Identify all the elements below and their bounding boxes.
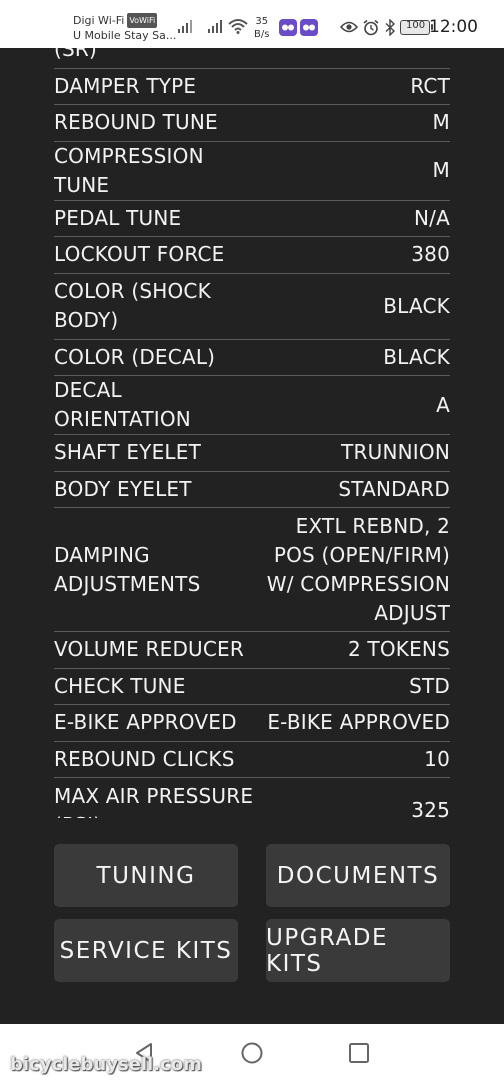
spec-label: REBOUND CLICKS — [54, 746, 235, 771]
spec-value: STD — [409, 673, 450, 698]
spec-value: E-BIKE APPROVED — [267, 710, 450, 735]
spec-value: STANDARD — [338, 476, 450, 501]
spec-label: (SR) — [54, 48, 97, 62]
spec-value: BLACK — [383, 344, 450, 369]
vowifi-badge: VoWiFi — [127, 13, 158, 28]
alarm-icon — [363, 19, 379, 36]
spec-value: M — [432, 158, 450, 182]
app-badge-icon — [279, 19, 318, 36]
wifi-icon — [228, 19, 248, 34]
spec-row: DAMPER TYPE RCT — [54, 69, 450, 105]
spec-row: VOLUME REDUCER 2 TOKENS — [54, 632, 450, 669]
spec-label: PEDAL TUNE — [54, 205, 182, 230]
spec-row: E-BIKE APPROVED E-BIKE APPROVED — [54, 705, 450, 742]
spec-row: CHECK TUNE STD — [54, 669, 450, 705]
spec-label: BODY EYELET — [54, 476, 192, 501]
spec-row: COMPRESSION TUNE M — [54, 142, 450, 201]
spec-row: BODY EYELET STANDARD — [54, 472, 450, 508]
spec-list: (SR) DAMPER TYPE RCT REBOUND TUNE M COMPRESSI… — [54, 48, 450, 818]
spec-label: DECAL ORIENTATION — [54, 378, 191, 431]
spec-row: SHAFT EYELET TRUNNION — [54, 435, 450, 472]
spec-value: N/A — [414, 205, 450, 230]
spec-sheet[interactable]: (SR) DAMPER TYPE RCT REBOUND TUNE M COMPRESSI… — [54, 48, 450, 818]
spec-label: REBOUND TUNE — [54, 110, 218, 135]
network-speed: 35 B/s — [254, 16, 270, 40]
watermark: bicyclebuysell.com — [10, 1054, 202, 1075]
spec-label: DAMPER TYPE — [54, 73, 197, 98]
spec-label: COMPRESSION TUNE — [54, 143, 204, 197]
home-icon[interactable] — [241, 1042, 263, 1064]
recents-icon[interactable] — [348, 1042, 370, 1064]
spec-row: COLOR (SHOCK BODY) BLACK — [54, 274, 450, 340]
spec-value: 2 TOKENS — [347, 637, 450, 662]
spec-value: 325 — [411, 798, 450, 818]
spec-row: PEDAL TUNE N/A — [54, 201, 450, 237]
spec-row: DECAL ORIENTATION A — [54, 376, 450, 435]
spec-value: 10 — [424, 746, 450, 771]
spec-value: EXTL REBND, 2 POS (OPEN/FIRM) W/ COMPRES… — [266, 513, 450, 625]
spec-label: VOLUME REDUCER — [54, 637, 244, 662]
carrier-name: Digi Wi-Fi — [73, 14, 125, 27]
eye-icon — [340, 21, 358, 33]
spec-label: LOCKOUT FORCE — [54, 242, 225, 267]
spec-label: MAX AIR PRESSURE (PSI) — [54, 783, 254, 819]
bluetooth-icon — [385, 19, 396, 36]
spec-row: REBOUND CLICKS 10 — [54, 742, 450, 778]
spec-value: RCT — [410, 73, 450, 98]
spec-row: MAX AIR PRESSURE (PSI) 325 — [54, 778, 450, 819]
clock: 12:00 — [429, 17, 478, 37]
spec-row: DAMPING ADJUSTMENTS EXTL REBND, 2 POS (OP… — [54, 508, 450, 632]
spec-value: M — [432, 110, 450, 135]
signal-icon — [208, 20, 222, 33]
spec-row: LOCKOUT FORCE 380 — [54, 237, 450, 274]
tuning-button[interactable]: TUNING — [54, 844, 238, 907]
status-bar: Digi Wi-Fi VoWiFi U Mobile Stay Sa... 35 … — [0, 0, 504, 48]
upgrade-kits-button[interactable]: UPGRADE KITS — [266, 919, 450, 982]
spec-row: REBOUND TUNE M — [54, 105, 450, 142]
spec-value: A — [436, 392, 450, 417]
spec-label: E-BIKE APPROVED — [54, 710, 237, 735]
spec-row: COLOR (DECAL) BLACK — [54, 340, 450, 376]
spec-row: (SR) — [54, 48, 450, 69]
spec-value: TRUNNION — [341, 440, 450, 465]
documents-button[interactable]: DOCUMENTS — [266, 844, 450, 907]
signal-icon — [178, 20, 192, 33]
spec-label: COLOR (DECAL) — [54, 344, 216, 369]
spec-label: DAMPING ADJUSTMENTS — [54, 542, 201, 596]
spec-value: 380 — [411, 242, 450, 267]
battery-level: 100 — [406, 20, 426, 31]
spec-label: SHAFT EYELET — [54, 440, 202, 465]
service-kits-button[interactable]: SERVICE KITS — [54, 919, 238, 982]
spec-label: CHECK TUNE — [54, 673, 186, 698]
spec-label: COLOR (SHOCK BODY) — [54, 279, 211, 332]
carrier-info: Digi Wi-Fi VoWiFi U Mobile Stay Sa... — [73, 13, 176, 43]
carrier-name-secondary: U Mobile Stay Sa... — [73, 29, 177, 42]
spec-value: BLACK — [383, 293, 450, 318]
